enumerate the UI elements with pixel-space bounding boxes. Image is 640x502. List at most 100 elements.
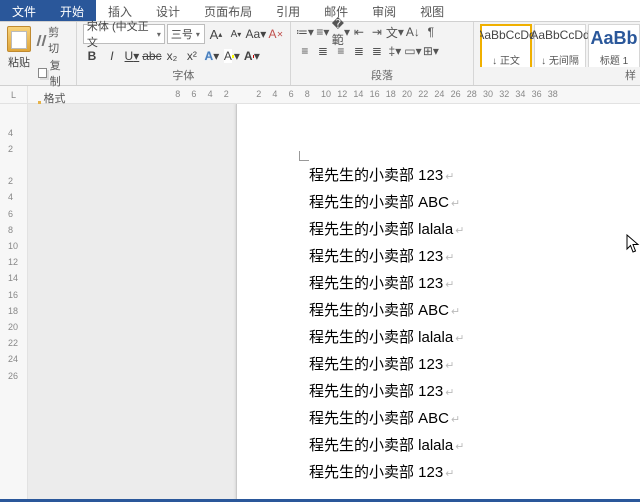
paragraph-text: 程先生的小卖部 123: [309, 248, 443, 265]
line-spacing-button[interactable]: ‡▾: [387, 43, 403, 59]
align-right-button[interactable]: ≡: [333, 43, 349, 59]
ruler-tick: 22: [8, 338, 18, 348]
ruler-tick: 4: [272, 89, 277, 99]
align-justify-button[interactable]: ≣: [351, 43, 367, 59]
text-effects-icon: A: [205, 49, 214, 63]
paragraph[interactable]: 程先生的小卖部 ABC↵: [309, 190, 640, 217]
font-name-combo[interactable]: 宋体 (中文正文▾: [83, 24, 165, 44]
paragraph-mark-icon: ↵: [445, 279, 454, 291]
copy-label: 复制: [50, 57, 70, 89]
style-no-spacing[interactable]: AaBbCcDd ↓ 无间隔: [534, 24, 586, 67]
highlight-button[interactable]: A▾: [223, 47, 241, 65]
tab-review[interactable]: 审阅: [360, 0, 408, 21]
paragraph[interactable]: 程先生的小卖部 123↵: [309, 352, 640, 379]
font-color-button[interactable]: A▾: [243, 47, 261, 65]
ruler-corner: [0, 86, 28, 103]
ruler-tick: 6: [289, 89, 294, 99]
style-heading1[interactable]: AaBb 标题 1: [588, 24, 640, 67]
grow-font-button[interactable]: A▴: [207, 25, 225, 43]
ruler-tick: 16: [8, 290, 18, 300]
paragraph-mark-icon: ↵: [445, 360, 454, 372]
ruler-tick: 38: [548, 89, 558, 99]
paragraph-mark-icon: ↵: [451, 414, 460, 426]
style-name: ↓ 无间隔: [541, 52, 579, 67]
italic-button[interactable]: I: [103, 47, 121, 65]
increase-indent-button[interactable]: ⇥: [369, 24, 385, 40]
bullets-button[interactable]: ≔▾: [297, 24, 313, 40]
page[interactable]: 程先生的小卖部 123↵程先生的小卖部 ABC↵程先生的小卖部 lalala↵程…: [236, 104, 640, 499]
font-size-combo[interactable]: 三号▾: [167, 24, 205, 44]
chevron-down-icon: ▾: [157, 30, 161, 39]
multilevel-button[interactable]: �範▾: [333, 24, 349, 40]
ruler-tick: 2: [8, 144, 13, 154]
paragraph[interactable]: 程先生的小卖部 123↵: [309, 460, 640, 487]
style-preview: AaBbCcDd: [530, 28, 589, 42]
cut-button[interactable]: 剪切: [38, 24, 70, 56]
strike-button[interactable]: abc: [143, 47, 161, 65]
grow-font-icon: A: [210, 27, 219, 42]
align-center-button[interactable]: ≣: [315, 43, 331, 59]
ruler-tick: 18: [8, 306, 18, 316]
subscript-button[interactable]: x₂: [163, 47, 181, 65]
change-case-button[interactable]: Aa▾: [247, 25, 265, 43]
tab-layout[interactable]: 页面布局: [192, 0, 264, 21]
shrink-font-button[interactable]: A▾: [227, 25, 245, 43]
ruler-tick: 14: [8, 273, 18, 283]
align-distribute-button[interactable]: ≣: [369, 43, 385, 59]
ruler-tick: 18: [386, 89, 396, 99]
clear-format-button[interactable]: A✕: [267, 25, 285, 43]
sort-button[interactable]: A↓: [405, 24, 421, 40]
style-name: ↓ 正文: [492, 52, 520, 67]
paragraph-text: 程先生的小卖部 123: [309, 167, 443, 184]
ruler-tick: 22: [418, 89, 428, 99]
change-case-icon: Aa: [246, 27, 261, 41]
vertical-ruler[interactable]: 422468101214161820222426: [0, 104, 28, 499]
document-area: 422468101214161820222426 程先生的小卖部 123↵程先生…: [0, 104, 640, 499]
tab-references[interactable]: 引用: [264, 0, 312, 21]
ruler-tick: 2: [256, 89, 261, 99]
paragraph[interactable]: 程先生的小卖部 lalala↵: [309, 325, 640, 352]
underline-button[interactable]: U▾: [123, 47, 141, 65]
tab-file[interactable]: 文件: [0, 0, 48, 21]
ruler-tick: 20: [8, 322, 18, 332]
tab-view[interactable]: 视图: [408, 0, 456, 21]
paste-button[interactable]: 粘贴: [6, 24, 32, 70]
superscript-button[interactable]: x²: [183, 47, 201, 65]
decrease-indent-button[interactable]: ⇤: [351, 24, 367, 40]
paragraph[interactable]: 程先生的小卖部 ABC↵: [309, 298, 640, 325]
page-body[interactable]: 程先生的小卖部 123↵程先生的小卖部 ABC↵程先生的小卖部 lalala↵程…: [309, 163, 640, 487]
paragraph[interactable]: 程先生的小卖部 ABC↵: [309, 406, 640, 433]
copy-button[interactable]: 复制: [38, 57, 70, 89]
paragraph-mark-icon: ↵: [451, 306, 460, 318]
ruler-tick: 32: [499, 89, 509, 99]
asian-layout-button[interactable]: 文▾: [387, 24, 403, 40]
align-left-button[interactable]: ≡: [297, 43, 313, 59]
style-name: 标题 1: [600, 52, 628, 67]
bold-button[interactable]: B: [83, 47, 101, 65]
ruler-tick: 14: [353, 89, 363, 99]
paragraph[interactable]: 程先生的小卖部 123↵: [309, 163, 640, 190]
page-viewport[interactable]: 程先生的小卖部 123↵程先生的小卖部 ABC↵程先生的小卖部 lalala↵程…: [28, 104, 640, 499]
text-effects-button[interactable]: A▾: [203, 47, 221, 65]
ruler-tick: 2: [8, 176, 13, 186]
ruler-tick: 30: [483, 89, 493, 99]
borders-button[interactable]: ⊞▾: [423, 43, 439, 59]
paragraph-text: 程先生的小卖部 ABC: [309, 410, 449, 427]
horizontal-ruler[interactable]: 86422468101214161820222426283032343638: [28, 86, 640, 103]
group-label-paragraph: 段落: [297, 67, 467, 85]
shading-button[interactable]: ▭▾: [405, 43, 421, 59]
ruler-tick: 4: [8, 128, 13, 138]
highlight-icon: A: [224, 49, 232, 63]
show-marks-button[interactable]: ¶: [423, 24, 439, 40]
numbering-button[interactable]: ≡▾: [315, 24, 331, 40]
paragraph[interactable]: 程先生的小卖部 123↵: [309, 379, 640, 406]
paragraph[interactable]: 程先生的小卖部 lalala↵: [309, 217, 640, 244]
paragraph[interactable]: 程先生的小卖部 123↵: [309, 271, 640, 298]
style-normal[interactable]: AaBbCcDd ↓ 正文: [480, 24, 532, 67]
paragraph-mark-icon: ↵: [445, 468, 454, 480]
paragraph[interactable]: 程先生的小卖部 123↵: [309, 244, 640, 271]
paragraph[interactable]: 程先生的小卖部 lalala↵: [309, 433, 640, 460]
paragraph-text: 程先生的小卖部 lalala: [309, 221, 453, 238]
paragraph-mark-icon: ↵: [445, 387, 454, 399]
ruler-tick: 8: [175, 89, 180, 99]
